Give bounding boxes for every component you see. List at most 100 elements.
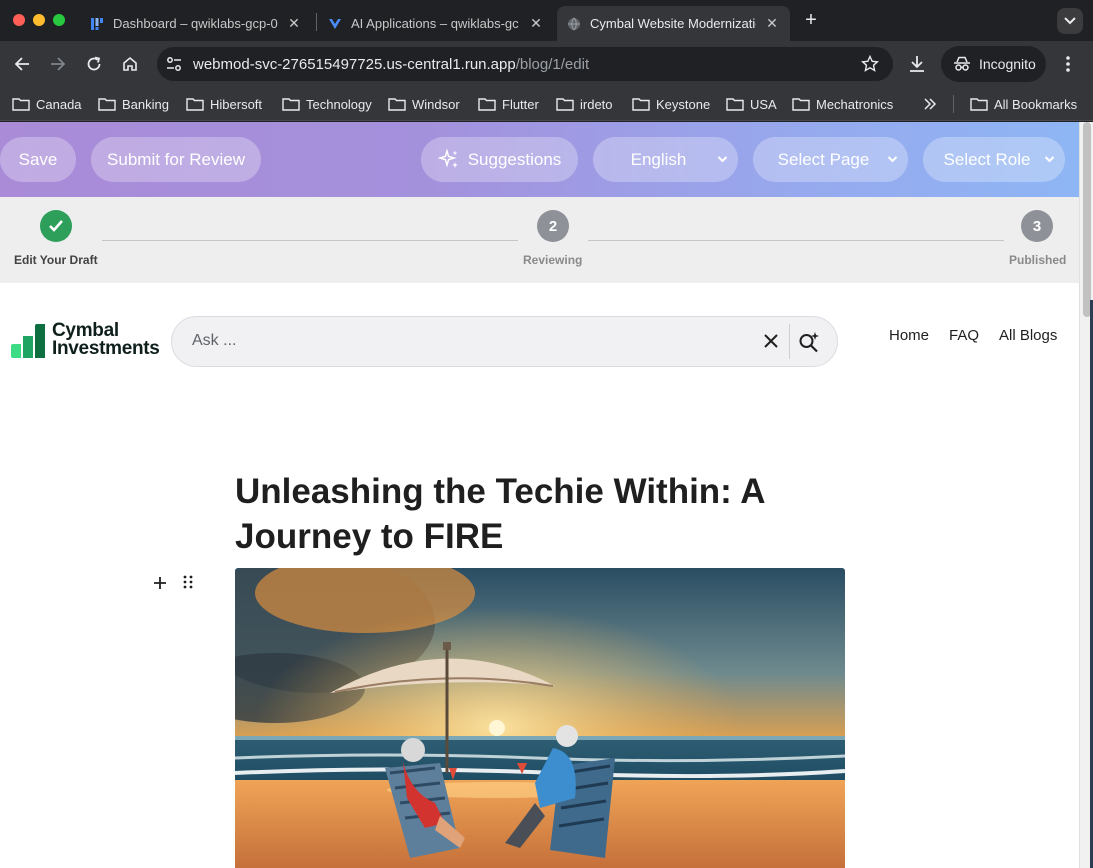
workflow-stepper: 2 3 Edit Your Draft Reviewing Published xyxy=(0,197,1079,283)
bookmarks-separator xyxy=(953,95,954,113)
language-select[interactable]: English xyxy=(593,137,738,182)
submit-for-review-button[interactable]: Submit for Review xyxy=(91,137,261,182)
chevron-down-icon xyxy=(1064,17,1076,25)
folder-icon xyxy=(478,98,496,111)
tab-cymbal-website[interactable]: Cymbal Website Modernizatio ✕ xyxy=(557,6,790,41)
step-2-indicator: 2 xyxy=(537,210,569,242)
step-3-indicator: 3 xyxy=(1021,210,1053,242)
step-1-indicator xyxy=(40,210,72,242)
drag-handle-icon[interactable] xyxy=(182,574,194,590)
bookmark-folder[interactable]: USA xyxy=(726,93,777,115)
save-button[interactable]: Save xyxy=(0,137,76,182)
page-viewport: Save Submit for Review Suggestions Engli… xyxy=(0,122,1079,868)
bookmark-folder[interactable]: Mechatronics xyxy=(792,93,893,115)
folder-icon xyxy=(726,98,744,111)
close-tab-icon[interactable]: ✕ xyxy=(764,15,780,32)
bookmark-star-icon[interactable] xyxy=(861,55,879,73)
chevron-down-icon xyxy=(1044,156,1055,163)
bookmark-folder[interactable]: Flutter xyxy=(478,93,539,115)
page-select[interactable]: Select Page xyxy=(753,137,908,182)
address-bar[interactable]: webmod-svc-276515497725.us-central1.run.… xyxy=(157,47,893,81)
tab-dashboard[interactable]: Dashboard – qwiklabs-gcp-0 ✕ xyxy=(80,6,312,41)
arrow-left-icon xyxy=(14,57,29,71)
bookmark-folder[interactable]: Banking xyxy=(98,93,169,115)
nav-faq[interactable]: FAQ xyxy=(949,327,979,344)
maximize-window-button[interactable] xyxy=(53,14,65,26)
role-select[interactable]: Select Role xyxy=(923,137,1065,182)
editor-action-bar: Save Submit for Review Suggestions Engli… xyxy=(0,122,1079,197)
close-tab-icon[interactable]: ✕ xyxy=(528,15,544,32)
all-bookmarks-folder[interactable]: All Bookmarks xyxy=(970,93,1077,115)
bookmarks-bar: Canada Banking Hibersoft Technology Wind… xyxy=(0,87,1093,121)
folder-icon xyxy=(282,98,300,111)
tab-separator xyxy=(316,13,317,31)
tab-search-button[interactable] xyxy=(1057,8,1083,34)
download-icon[interactable] xyxy=(906,53,928,75)
ai-applications-icon xyxy=(329,18,341,29)
minimize-window-button[interactable] xyxy=(33,14,45,26)
forward-button[interactable] xyxy=(47,53,69,75)
tab-title: Dashboard – qwiklabs-gcp-0 xyxy=(113,16,278,31)
url-text: webmod-svc-276515497725.us-central1.run.… xyxy=(193,56,589,73)
scrollbar-thumb[interactable] xyxy=(1083,122,1091,317)
cymbal-logo-mark-icon xyxy=(11,324,45,358)
folder-icon xyxy=(792,98,810,111)
more-options-icon[interactable] xyxy=(1060,53,1076,75)
home-button[interactable] xyxy=(119,53,141,75)
bookmark-label: Keystone xyxy=(656,96,711,112)
search-input[interactable]: Ask ... xyxy=(192,332,236,350)
bookmark-label: USA xyxy=(750,96,777,112)
dashboard-icon xyxy=(91,17,103,30)
tab-ai-applications[interactable]: AI Applications – qwiklabs-gc ✕ xyxy=(318,6,554,41)
folder-icon xyxy=(556,98,574,111)
bookmark-folder[interactable]: Hibersoft xyxy=(186,93,262,115)
nav-all-blogs[interactable]: All Blogs xyxy=(999,327,1057,344)
double-chevron-right-icon xyxy=(924,98,937,110)
beach-sunset-image xyxy=(235,568,845,868)
page-select-value: Select Page xyxy=(777,149,870,169)
browser-toolbar: webmod-svc-276515497725.us-central1.run.… xyxy=(0,41,1093,87)
arrow-right-icon xyxy=(51,57,66,71)
chevron-down-icon xyxy=(717,156,728,163)
nav-home[interactable]: Home xyxy=(889,327,929,344)
incognito-label: Incognito xyxy=(979,56,1036,72)
suggestions-button[interactable]: Suggestions xyxy=(421,137,578,182)
close-tab-icon[interactable]: ✕ xyxy=(286,15,302,32)
step-connector xyxy=(102,240,518,241)
globe-icon xyxy=(568,17,580,30)
new-tab-button[interactable]: + xyxy=(801,9,821,31)
url-path: /blog/1/edit xyxy=(515,56,590,73)
step-2-label: Reviewing xyxy=(523,253,583,267)
add-block-icon[interactable] xyxy=(152,575,168,591)
browser-window: Dashboard – qwiklabs-gcp-0 ✕ AI Applicat… xyxy=(0,0,1093,868)
cymbal-investments-logo[interactable]: Cymbal Investments xyxy=(11,321,163,360)
language-select-value: English xyxy=(630,149,687,169)
article-hero-image[interactable] xyxy=(235,568,845,868)
incognito-profile-button[interactable]: Incognito xyxy=(941,46,1046,82)
bookmark-folder[interactable]: Keystone xyxy=(632,93,710,115)
article-title[interactable]: Unleashing the Techie Within: A Journey … xyxy=(235,469,835,559)
url-host: webmod-svc-276515497725.us-central1.run.… xyxy=(193,56,516,73)
bookmark-folder[interactable]: irdeto xyxy=(556,93,613,115)
bookmark-label: Technology xyxy=(306,96,372,112)
ai-search-icon[interactable] xyxy=(797,330,821,354)
step-3-label: Published xyxy=(1009,253,1067,267)
tab-title: AI Applications – qwiklabs-gc xyxy=(351,16,519,31)
folder-icon xyxy=(98,98,116,111)
tab-strip: Dashboard – qwiklabs-gcp-0 ✕ AI Applicat… xyxy=(0,0,1093,41)
bookmark-folder[interactable]: Technology xyxy=(282,93,372,115)
reload-button[interactable] xyxy=(83,53,105,75)
more-bookmarks-button[interactable] xyxy=(923,93,943,115)
ask-search-box[interactable]: Ask ... xyxy=(171,316,838,367)
suggestions-label: Suggestions xyxy=(467,149,562,169)
step-1-label: Edit Your Draft xyxy=(14,253,98,267)
back-button[interactable] xyxy=(11,53,33,75)
clear-icon[interactable] xyxy=(761,331,781,351)
bookmark-folder[interactable]: Windsor xyxy=(388,93,460,115)
logo-wordmark: Cymbal Investments xyxy=(52,321,160,358)
chevron-down-icon xyxy=(887,156,898,163)
site-info-icon[interactable] xyxy=(165,55,183,73)
bookmark-folder[interactable]: Canada xyxy=(12,93,82,115)
bookmark-label: Canada xyxy=(36,96,82,112)
close-window-button[interactable] xyxy=(13,14,25,26)
